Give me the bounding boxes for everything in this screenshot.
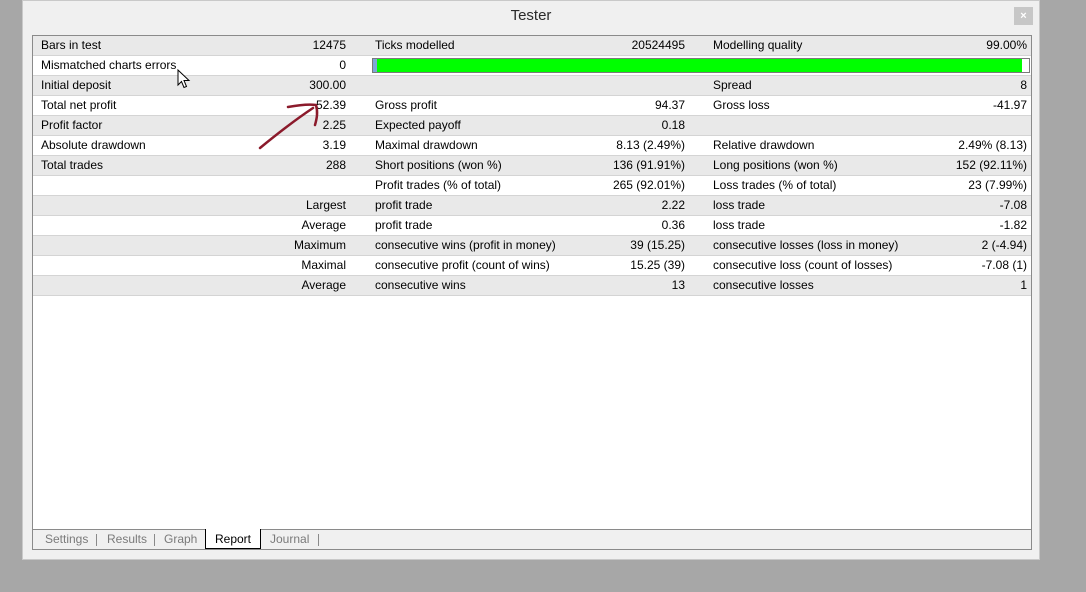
- table-row: Maximal consecutive profit (count of win…: [33, 256, 1031, 276]
- modelling-quality-value: 99.00%: [986, 38, 1027, 52]
- tab-separator: [154, 534, 155, 546]
- table-row: Total trades 288 Short positions (won %)…: [33, 156, 1031, 176]
- table-row: Largest profit trade 2.22 loss trade -7.…: [33, 196, 1031, 216]
- table-row: Bars in test 12475 Ticks modelled 205244…: [33, 36, 1031, 56]
- maximal-drawdown-label: Maximal drawdown: [375, 138, 478, 152]
- bars-in-test-label: Bars in test: [41, 38, 102, 52]
- window-title: Tester: [510, 7, 552, 24]
- maximum-label: Maximum: [293, 238, 346, 252]
- mismatched-errors-label: Mismatched charts errors: [41, 58, 177, 72]
- average-profit-label: profit trade: [375, 218, 433, 232]
- bars-in-test-value: 12475: [312, 38, 346, 52]
- maximal-label: Maximal: [301, 258, 346, 272]
- modelling-quality-bar: [372, 58, 1030, 73]
- initial-deposit-label: Initial deposit: [41, 78, 112, 92]
- average-consecutive-label: Average: [301, 278, 346, 292]
- tab-settings[interactable]: Settings: [45, 530, 88, 549]
- maximal-loss-value: -7.08 (1): [981, 258, 1027, 272]
- loss-trades-value: 23 (7.99%): [968, 178, 1027, 192]
- tab-separator: [318, 534, 319, 546]
- profit-factor-label: Profit factor: [41, 118, 103, 132]
- quality-bar-edge: [373, 59, 377, 72]
- title-bar[interactable]: Tester ×: [23, 1, 1039, 35]
- initial-deposit-value: 300.00: [309, 78, 346, 92]
- tab-results[interactable]: Results: [107, 530, 147, 549]
- largest-loss-value: -7.08: [999, 198, 1027, 212]
- gross-profit-label: Gross profit: [375, 98, 438, 112]
- table-row: Maximum consecutive wins (profit in mone…: [33, 236, 1031, 256]
- table-row: Average consecutive wins 13 consecutive …: [33, 276, 1031, 296]
- tester-window: Tester × Bars in test 12475 Ticks modell…: [22, 0, 1040, 560]
- tab-separator: [96, 534, 97, 546]
- largest-label: Largest: [305, 198, 346, 212]
- expected-payoff-label: Expected payoff: [375, 118, 461, 132]
- table-row: Profit factor 2.25 Expected payoff 0.18: [33, 116, 1031, 136]
- mismatched-errors-value: 0: [339, 58, 346, 72]
- average-loss-value: -1.82: [999, 218, 1027, 232]
- gross-profit-value: 94.37: [654, 98, 685, 112]
- profit-trades-value: 265 (92.01%): [612, 178, 685, 192]
- table-row: Absolute drawdown 3.19 Maximal drawdown …: [33, 136, 1031, 156]
- table-row: Total net profit 52.39 Gross profit 94.3…: [33, 96, 1031, 116]
- hand-drawn-arrow-icon: [258, 103, 319, 150]
- long-positions-value: 152 (92.11%): [955, 158, 1027, 172]
- total-trades-label: Total trades: [41, 158, 104, 172]
- absolute-drawdown-label: Absolute drawdown: [41, 138, 146, 152]
- largest-profit-value: 2.22: [661, 198, 685, 212]
- maximal-profit-label: consecutive profit (count of wins): [375, 258, 550, 272]
- modelling-quality-fill: [373, 59, 1023, 72]
- short-positions-label: Short positions (won %): [375, 158, 502, 172]
- gross-loss-value: -41.97: [992, 98, 1027, 112]
- tab-bar: Settings Results Graph Report Journal: [33, 529, 1031, 549]
- maximum-profit-label: consecutive wins (profit in money): [375, 238, 556, 252]
- tab-journal[interactable]: Journal: [270, 530, 309, 549]
- relative-drawdown-value: 2.49% (8.13): [958, 138, 1027, 152]
- maximal-drawdown-value: 8.13 (2.49%): [616, 138, 685, 152]
- ticks-modelled-label: Ticks modelled: [375, 38, 455, 52]
- maximal-profit-value: 15.25 (39): [630, 258, 685, 272]
- average-consecutive-profit-value: 13: [671, 278, 685, 292]
- profit-trades-label: Profit trades (% of total): [375, 178, 502, 192]
- tab-report[interactable]: Report: [205, 529, 261, 549]
- total-trades-value: 288: [325, 158, 346, 172]
- largest-profit-label: profit trade: [375, 198, 433, 212]
- ticks-modelled-value: 20524495: [631, 38, 685, 52]
- table-row: Profit trades (% of total) 265 (92.01%) …: [33, 176, 1031, 196]
- table-row: Average profit trade 0.36 loss trade -1.…: [33, 216, 1031, 236]
- spread-value: 8: [1020, 78, 1027, 92]
- average-profit-value: 0.36: [661, 218, 685, 232]
- expected-payoff-value: 0.18: [661, 118, 685, 132]
- short-positions-value: 136 (91.91%): [612, 158, 685, 172]
- tab-graph[interactable]: Graph: [164, 530, 197, 549]
- average-consecutive-profit-label: consecutive wins: [375, 278, 466, 292]
- close-button[interactable]: ×: [1014, 7, 1033, 25]
- mouse-pointer-icon: [177, 69, 191, 89]
- total-net-profit-label: Total net profit: [41, 98, 117, 112]
- report-panel: Bars in test 12475 Ticks modelled 205244…: [32, 35, 1032, 550]
- maximum-profit-value: 39 (15.25): [630, 238, 685, 252]
- average-consecutive-loss-value: 1: [1020, 278, 1027, 292]
- maximum-loss-value: 2 (-4.94): [981, 238, 1027, 252]
- average-label: Average: [301, 218, 346, 232]
